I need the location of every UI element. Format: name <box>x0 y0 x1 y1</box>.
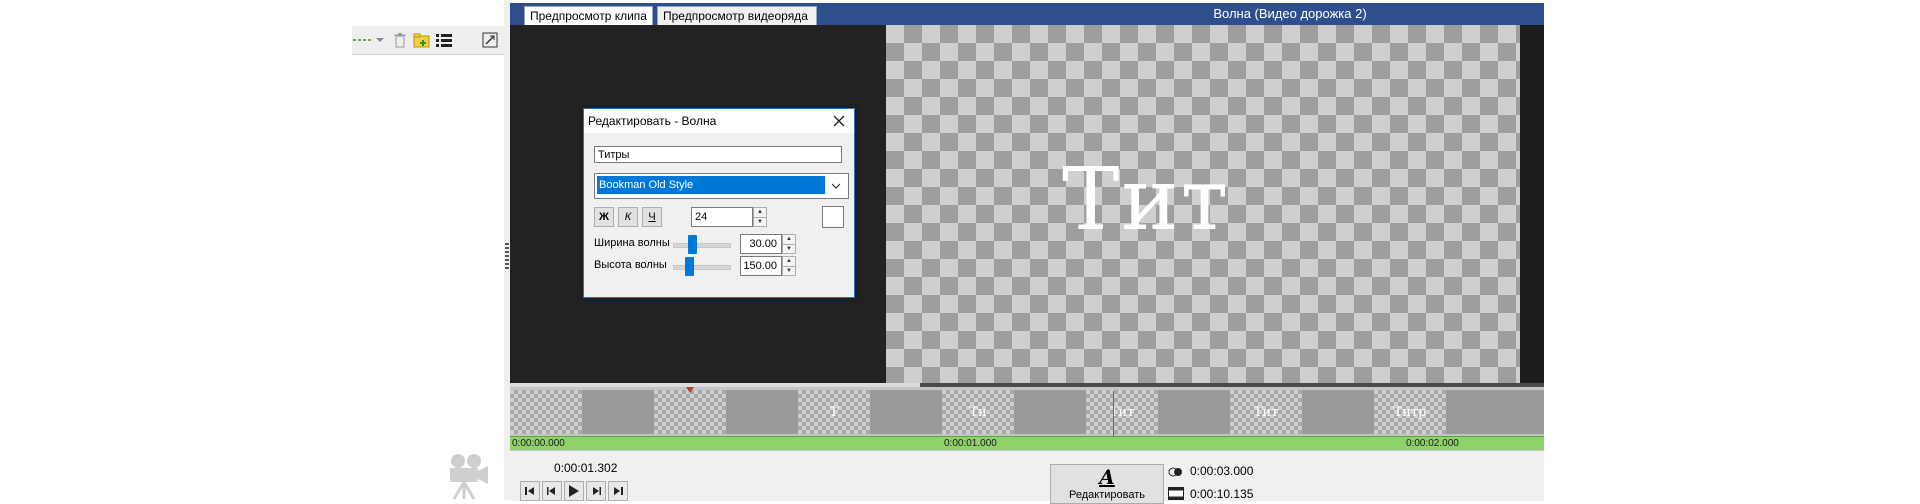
timeline-thumb <box>726 390 798 434</box>
title-text-input[interactable]: Титры <box>594 146 842 163</box>
step-forward-icon <box>593 487 601 495</box>
list-icon <box>436 34 452 47</box>
left-panel <box>352 0 505 500</box>
spin-down-icon[interactable]: ▼ <box>783 243 795 254</box>
go-to-start-button[interactable] <box>520 481 540 501</box>
close-button[interactable] <box>830 112 848 130</box>
wave-width-spinner[interactable]: ▲ ▼ <box>782 234 796 254</box>
total-duration: 0:00:10.135 <box>1190 487 1254 501</box>
dropdown-icon <box>353 38 384 42</box>
current-time: 0:00:01.302 <box>554 461 618 475</box>
timeline-thumb <box>654 390 726 434</box>
delete-button[interactable] <box>390 30 410 50</box>
fit-icon <box>482 32 498 48</box>
play-icon <box>569 485 579 497</box>
timeline-thumb <box>1014 390 1086 434</box>
tab-bar: Предпросмотр клипа Предпросмотр видеоряд… <box>510 3 1544 26</box>
camera-icon <box>448 452 492 500</box>
wave-width-slider-thumb[interactable] <box>688 235 697 254</box>
skip-start-icon <box>525 487 534 495</box>
timeline-thumb <box>1158 390 1230 434</box>
tab-video-preview[interactable]: Предпросмотр видеоряда <box>657 6 817 26</box>
spin-up-icon[interactable]: ▲ <box>754 208 766 217</box>
font-size-input[interactable]: 24 <box>691 207 753 227</box>
timeline-thumb <box>1302 390 1374 434</box>
font-select[interactable]: Bookman Old Style <box>594 173 849 199</box>
film-icon <box>1168 487 1184 500</box>
add-folder-icon <box>413 33 430 48</box>
spin-up-icon[interactable]: ▲ <box>783 257 795 266</box>
italic-button[interactable]: К <box>618 207 638 227</box>
edit-button[interactable]: A Редактировать <box>1050 464 1164 504</box>
timeline-thumb: Титр <box>1374 390 1446 434</box>
add-folder-button[interactable] <box>412 30 432 50</box>
timeline-thumb <box>510 390 582 434</box>
play-button[interactable] <box>564 481 584 501</box>
ruler-label: 0:00:01.000 <box>944 438 997 449</box>
trash-icon <box>394 33 406 48</box>
ruler-label: 0:00:02.000 <box>1406 438 1459 449</box>
ruler-label: 0:00:00.000 <box>512 438 565 449</box>
dialog-title: Редактировать - Волна <box>588 114 717 128</box>
duration-icon <box>1168 466 1184 477</box>
timeline-thumb <box>1446 390 1544 434</box>
close-icon <box>833 115 845 127</box>
font-select-value: Bookman Old Style <box>597 176 825 194</box>
wave-width-slider[interactable] <box>673 243 731 248</box>
skip-end-icon <box>614 487 623 495</box>
title-preview-text: Тит <box>1062 150 1231 250</box>
step-back-icon <box>547 487 555 495</box>
wave-height-spinner[interactable]: ▲ ▼ <box>782 256 796 276</box>
bold-button[interactable]: Ж <box>594 207 614 227</box>
time-ruler[interactable]: 0:00:00.000 0:00:01.000 0:00:02.000 <box>510 436 1544 450</box>
tab-clip-preview[interactable]: Предпросмотр клипа <box>524 6 653 26</box>
color-picker[interactable] <box>822 206 844 228</box>
fit-button[interactable] <box>480 30 500 50</box>
wave-height-label: Высота волны <box>594 259 667 271</box>
chevron-down-icon <box>827 177 845 195</box>
underline-button[interactable]: Ч <box>642 207 662 227</box>
next-frame-button[interactable] <box>586 481 606 501</box>
wave-width-label: Ширина волны <box>594 237 670 249</box>
go-to-end-button[interactable] <box>608 481 628 501</box>
playhead-marker[interactable] <box>686 387 694 393</box>
spin-up-icon[interactable]: ▲ <box>783 235 795 244</box>
edit-button-label: Редактировать <box>1069 489 1145 501</box>
timeline-thumb <box>870 390 942 434</box>
timeline-thumb: Ти <box>942 390 1014 434</box>
clip-duration: 0:00:03.000 <box>1190 464 1254 478</box>
timeline-thumbnails[interactable]: Т Ти Тит Тит Титр <box>510 387 1544 436</box>
splitter-grip[interactable] <box>505 243 509 269</box>
edit-dialog: Редактировать - Волна Титры Bookman Old … <box>583 108 855 298</box>
timeline-thumb: Тит <box>1230 390 1302 434</box>
wave-height-slider[interactable] <box>673 265 731 270</box>
font-size-spinner[interactable]: ▲ ▼ <box>753 207 767 227</box>
wave-width-input[interactable]: 30.00 <box>740 234 782 254</box>
text-edit-icon: A <box>1099 465 1115 489</box>
prev-frame-button[interactable] <box>542 481 562 501</box>
transparent-canvas: Тит <box>886 25 1520 383</box>
preview-right-strip <box>1520 25 1544 383</box>
spin-down-icon[interactable]: ▼ <box>754 216 766 227</box>
playback-controls: 0:00:01.302 A Редактировать 0:00:03.000 … <box>510 450 1544 504</box>
window-title: Волна (Видео дорожка 2) <box>1213 6 1367 21</box>
timeline-thumb: Тит <box>1086 390 1158 434</box>
wave-height-slider-thumb[interactable] <box>685 257 694 276</box>
left-toolbar <box>352 26 504 55</box>
line-style-dropdown[interactable] <box>350 30 386 50</box>
list-view-button[interactable] <box>434 30 454 50</box>
dialog-titlebar[interactable]: Редактировать - Волна <box>584 109 854 133</box>
spin-down-icon[interactable]: ▼ <box>783 265 795 276</box>
wave-height-input[interactable]: 150.00 <box>740 256 782 276</box>
timeline-thumb <box>582 390 654 434</box>
timeline-thumb: Т <box>798 390 870 434</box>
